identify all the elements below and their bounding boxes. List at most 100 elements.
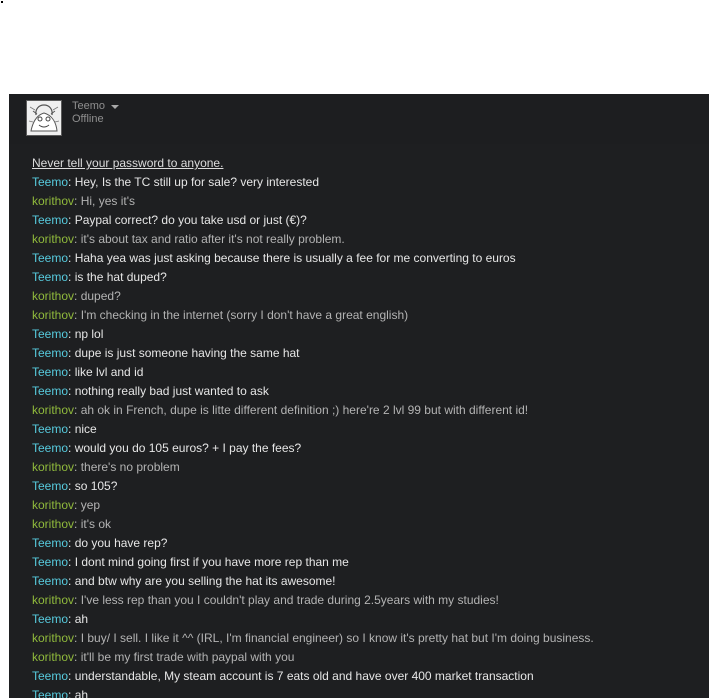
message-sender[interactable]: Teemo [32,536,68,550]
message-separator: : [68,422,75,436]
message-sender[interactable]: korithov [32,403,74,417]
message-sender[interactable]: Teemo [32,669,68,683]
message-text: duped? [80,289,121,303]
message-sender[interactable]: Teemo [32,384,68,398]
message-separator: : [68,536,75,550]
message-separator: : [74,308,81,322]
message-sender[interactable]: korithov [32,650,74,664]
chat-message: Teemo: is the hat duped? [32,268,702,287]
message-text: it's about tax and ratio after it's not … [80,232,345,246]
message-separator: : [68,612,75,626]
message-sender[interactable]: Teemo [32,555,68,569]
message-separator: : [68,669,75,683]
chat-message: Teemo: Hey, Is the TC still up for sale?… [32,173,702,192]
message-separator: : [68,479,75,493]
message-text: I'm checking in the internet (sorry I do… [80,308,409,322]
message-sender[interactable]: korithov [32,308,74,322]
message-sender[interactable]: Teemo [32,175,68,189]
message-text: dupe is just someone having the same hat [74,346,300,360]
chat-message: korithov: it's ok [32,515,702,534]
message-separator: : [68,555,75,569]
message-sender[interactable]: Teemo [32,251,68,265]
message-separator: : [74,650,81,664]
avatar[interactable] [26,100,62,136]
chat-message: korithov: I'm checking in the internet (… [32,306,702,325]
chat-message: korithov: it's about tax and ratio after… [32,230,702,249]
chat-message: Teemo: Haha yea was just asking because … [32,249,702,268]
chat-message: korithov: duped? [32,287,702,306]
message-text: nothing really bad just wanted to ask [74,384,269,398]
user-status: Offline [72,113,104,125]
message-separator: : [74,194,81,208]
message-sender[interactable]: korithov [32,498,74,512]
message-list: Never tell your password to anyone. Teem… [32,154,702,698]
security-notice: Never tell your password to anyone. [32,156,224,170]
message-separator: : [68,441,75,455]
message-text: I dont mind going first if you have more… [74,555,349,569]
message-text: understandable, My steam account is 7 ea… [74,669,534,683]
message-separator: : [68,327,75,341]
chat-message: Teemo: I dont mind going first if you ha… [32,553,702,572]
message-sender[interactable]: Teemo [32,270,68,284]
user-name-dropdown[interactable]: Teemo [72,100,120,113]
chat-message: Teemo: ah [32,686,702,698]
chat-window: Teemo Offline Never tell your password t… [9,94,709,698]
message-separator: : [68,688,75,698]
message-sender[interactable]: Teemo [32,441,68,455]
message-text: there's no problem [80,460,180,474]
chat-message: Teemo: np lol [32,325,702,344]
message-separator: : [74,289,81,303]
chat-message: Teemo: nice [32,420,702,439]
message-sender[interactable]: korithov [32,593,74,607]
message-separator: : [74,460,81,474]
message-separator: : [68,175,75,189]
message-sender[interactable]: Teemo [32,365,68,379]
message-separator: : [74,593,81,607]
message-text: it'll be my first trade with paypal with… [80,650,295,664]
message-sender[interactable]: Teemo [32,346,68,360]
message-text: I buy/ I sell. I like it ^^ (IRL, I'm fi… [80,631,594,645]
message-text: Haha yea was just asking because there i… [74,251,516,265]
message-sender[interactable]: Teemo [32,612,68,626]
message-separator: : [68,384,75,398]
message-sender[interactable]: Teemo [32,479,68,493]
message-sender[interactable]: korithov [32,517,74,531]
message-sender[interactable]: Teemo [32,327,68,341]
message-separator: : [74,232,81,246]
message-sender[interactable]: korithov [32,460,74,474]
message-sender[interactable]: korithov [32,232,74,246]
message-text: do you have rep? [74,536,168,550]
message-text: ah ok in French, dupe is litte different… [80,403,529,417]
caret-down-icon [111,104,120,109]
message-text: yep [80,498,101,512]
message-text: it's ok [80,517,112,531]
chat-message: Teemo: ah [32,610,702,629]
chat-message: Teemo: Paypal correct? do you take usd o… [32,211,702,230]
chat-message: Teemo: would you do 105 euros? + I pay t… [32,439,702,458]
chat-message: korithov: Hi, yes it's [32,192,702,211]
message-separator: : [74,403,81,417]
message-separator: : [68,213,75,227]
message-text: Paypal correct? do you take usd or just … [74,213,307,227]
message-sender[interactable]: Teemo [32,422,68,436]
chat-message: korithov: yep [32,496,702,515]
message-sender[interactable]: korithov [32,631,74,645]
message-separator: : [68,270,75,284]
chat-message: korithov: I've less rep than you I could… [32,591,702,610]
message-sender[interactable]: korithov [32,289,74,303]
message-sender[interactable]: Teemo [32,688,68,698]
message-text: like lvl and id [74,365,144,379]
message-text: would you do 105 euros? + I pay the fees… [74,441,302,455]
corner-dot [1,1,3,3]
chat-message: Teemo: do you have rep? [32,534,702,553]
message-sender[interactable]: Teemo [32,574,68,588]
message-separator: : [68,365,75,379]
message-text: ah [74,612,89,626]
message-text: ah [74,688,89,698]
message-separator: : [74,517,81,531]
chat-message: Teemo: and btw why are you selling the h… [32,572,702,591]
message-sender[interactable]: Teemo [32,213,68,227]
chat-message: Teemo: understandable, My steam account … [32,667,702,686]
message-text: I've less rep than you I couldn't play a… [80,593,499,607]
message-sender[interactable]: korithov [32,194,74,208]
